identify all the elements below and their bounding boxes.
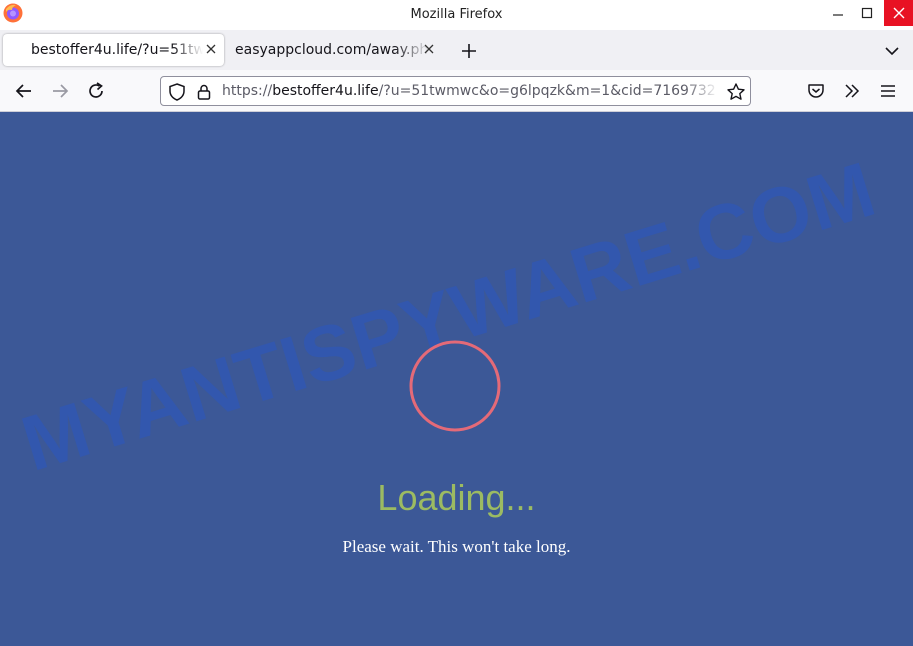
maximize-button[interactable] <box>853 0 881 26</box>
url-scheme: https:// <box>222 83 273 99</box>
tab-close-icon[interactable] <box>204 42 218 56</box>
tab-bestoffer[interactable]: bestoffer4u.life/?u=51twmwc&o=g6lpqzk <box>3 34 224 66</box>
close-window-button[interactable] <box>884 0 913 26</box>
please-wait-message: Please wait. This won't take long. <box>342 537 571 556</box>
bookmark-star-icon[interactable] <box>726 82 746 102</box>
tab-strip: bestoffer4u.life/?u=51twmwc&o=g6lpqzk ea… <box>0 30 913 70</box>
tab-label: easyappcloud.com/away.php <box>235 42 429 58</box>
minimize-icon <box>833 14 843 16</box>
pocket-icon[interactable] <box>806 81 826 101</box>
tab-close-icon[interactable] <box>422 42 436 56</box>
loading-text: Loading... <box>377 477 536 518</box>
lock-icon[interactable] <box>194 82 214 102</box>
url-domain: bestoffer4u.life <box>272 83 379 99</box>
watermark-text: MYANTISPYWARE.COM <box>12 145 885 488</box>
back-icon[interactable] <box>14 81 34 101</box>
tracking-protection-shield-icon[interactable] <box>167 82 187 102</box>
extensions-overflow-icon[interactable] <box>842 81 862 101</box>
window-titlebar: Mozilla Firefox <box>0 0 913 30</box>
list-all-tabs-icon[interactable] <box>882 41 902 61</box>
reload-icon[interactable] <box>86 81 106 101</box>
url-bar[interactable]: https://bestoffer4u.life/?u=51twmwc&o=g6… <box>160 76 751 106</box>
url-path: /?u=51twmwc&o=g6lpqzk&m=1&cid=7169732 <box>378 83 716 99</box>
tab-easyappcloud[interactable]: easyappcloud.com/away.php <box>226 34 442 66</box>
page-content: MYANTISPYWARE.COM Loading... Please wait… <box>0 112 913 646</box>
minimize-button[interactable] <box>824 0 852 26</box>
close-icon <box>893 7 904 19</box>
loading-spinner <box>409 340 501 432</box>
tab-label: bestoffer4u.life/?u=51twmwc&o=g6lpqzk <box>31 42 203 58</box>
maximize-icon <box>861 7 873 19</box>
window-title: Mozilla Firefox <box>410 7 503 22</box>
new-tab-icon[interactable] <box>459 41 479 61</box>
forward-icon[interactable] <box>50 81 70 101</box>
url-text[interactable]: https://bestoffer4u.life/?u=51twmwc&o=g6… <box>222 83 719 99</box>
menu-icon[interactable] <box>878 81 898 101</box>
